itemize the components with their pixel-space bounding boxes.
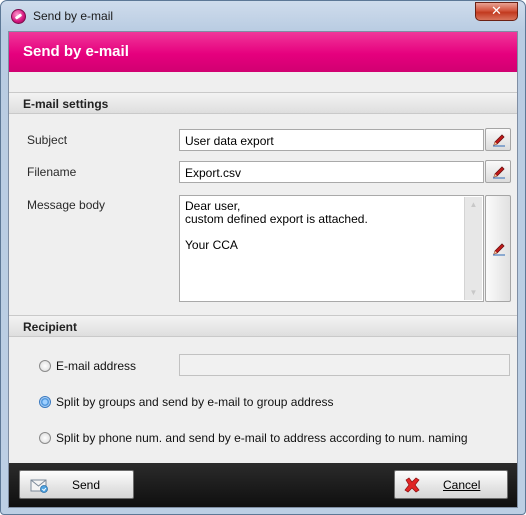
pencil-icon (493, 134, 505, 147)
close-icon: ✕ (491, 4, 502, 19)
app-logo-icon (11, 9, 26, 24)
message-body-textarea[interactable]: Dear user, custom defined export is atta… (179, 195, 484, 302)
dialog-footer: Send Cancel (9, 463, 517, 507)
radio-label: E-mail address (56, 359, 137, 373)
title-bar[interactable]: Send by e-mail ✕ (1, 1, 525, 31)
subject-label: Subject (27, 133, 68, 147)
window-title: Send by e-mail (33, 9, 114, 23)
subject-edit-button[interactable] (485, 128, 511, 151)
filename-edit-button[interactable] (485, 160, 511, 183)
scroll-up-icon[interactable]: ▲ (465, 197, 482, 212)
pencil-icon (493, 243, 505, 256)
dialog-client-area: Send by e-mail E-mail settings Subject U… (8, 31, 518, 508)
radio-split-by-groups[interactable]: Split by groups and send by e-mail to gr… (39, 394, 379, 410)
filename-label: Filename (27, 165, 77, 179)
send-button[interactable]: Send (19, 470, 134, 499)
cancel-button[interactable]: Cancel (394, 470, 508, 499)
recipient-header: Recipient (9, 315, 517, 337)
radio-label: Split by groups and send by e-mail to gr… (56, 395, 334, 409)
dialog-banner-title: Send by e-mail (9, 32, 517, 72)
message-line: custom defined export is attached. (185, 212, 368, 226)
radio-split-by-phone[interactable]: Split by phone num. and send by e-mail t… (39, 430, 509, 446)
send-by-email-dialog: Send by e-mail ✕ Send by e-mail E-mail s… (0, 0, 526, 515)
subject-input[interactable]: User data export (179, 129, 484, 151)
radio-label: Split by phone num. and send by e-mail t… (56, 431, 468, 445)
message-body-edit-button[interactable] (485, 195, 511, 302)
radio-button[interactable] (39, 432, 51, 444)
message-body-scrollbar[interactable]: ▲ ▼ (464, 197, 482, 300)
radio-email-address[interactable]: E-mail address (39, 358, 179, 374)
email-address-input[interactable] (179, 354, 510, 376)
cancel-button-label: Cancel (443, 478, 481, 492)
message-line: Your CCA (185, 238, 238, 252)
close-button[interactable]: ✕ (475, 2, 518, 21)
pencil-icon (493, 166, 505, 179)
filename-input[interactable]: Export.csv (179, 161, 484, 183)
scroll-down-icon[interactable]: ▼ (465, 285, 482, 300)
radio-button[interactable] (39, 360, 51, 372)
radio-button[interactable] (39, 396, 51, 408)
message-body-label: Message body (27, 198, 106, 212)
send-mail-icon (30, 479, 48, 493)
red-x-icon (404, 477, 420, 493)
send-button-label: Send (72, 478, 101, 492)
email-settings-header: E-mail settings (9, 92, 517, 114)
